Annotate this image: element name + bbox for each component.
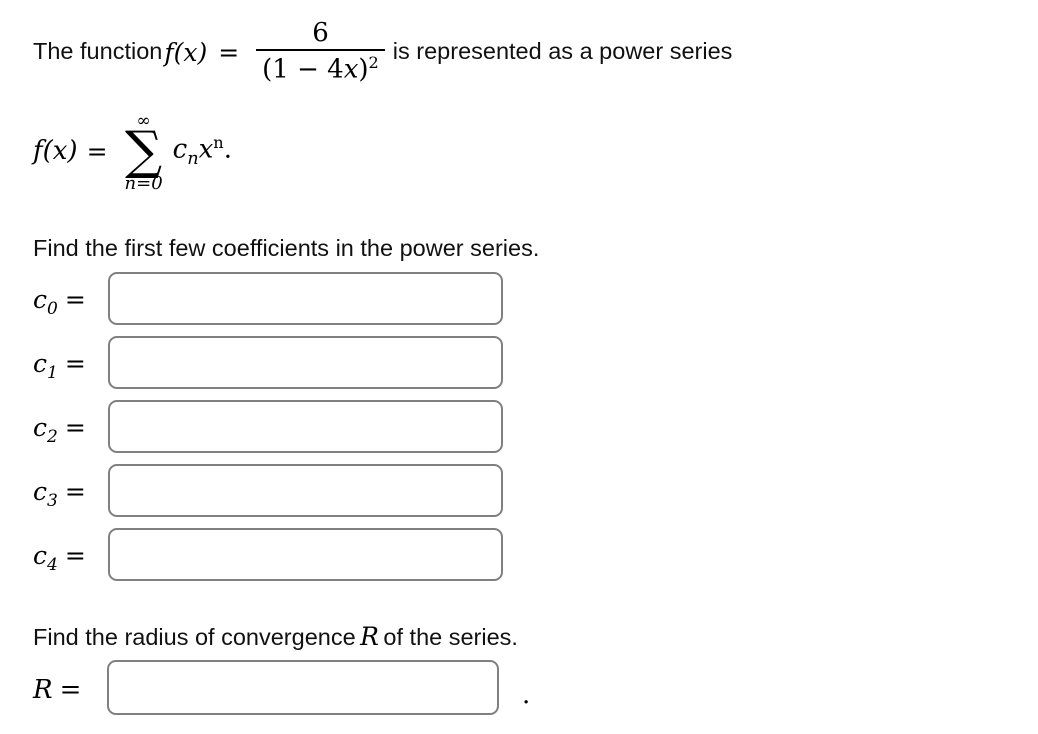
- function-statement: The function f(x) = 6 (1 − 4x)2 is repre…: [33, 17, 732, 87]
- coefficient-equals: =: [64, 477, 86, 506]
- coefficient-label-subscript: 3: [47, 491, 58, 511]
- coefficients-prompt: Find the first few coefficients in the p…: [33, 235, 540, 261]
- coefficient-input-c4[interactable]: [108, 528, 503, 581]
- coefficient-input-c2[interactable]: [108, 400, 503, 453]
- radius-prompt-after: of the series.: [383, 624, 518, 650]
- radius-prompt: Find the radius of convergence R of the …: [33, 622, 518, 651]
- series-lhs: f(x): [33, 136, 78, 166]
- coefficient-label-subscript: 2: [47, 427, 58, 447]
- coefficient-label-base: c: [33, 285, 48, 314]
- summation-lower-limit: n=0: [124, 172, 163, 194]
- fraction: 6 (1 − 4x)2: [256, 18, 385, 86]
- series-term-c-subscript: n: [187, 148, 199, 169]
- summation-symbol-group: ∞ ∑ n=0: [125, 113, 163, 192]
- coefficient-label-subscript: 4: [47, 555, 58, 575]
- fraction-denominator: (1 − 4x)2: [256, 51, 385, 86]
- coefficient-equals: =: [64, 413, 86, 442]
- problem-page: The function f(x) = 6 (1 − 4x)2 is repre…: [0, 0, 1038, 734]
- coefficient-label-c3: c3 =: [33, 477, 86, 511]
- series-expression: f(x) = ∞ ∑ n=0 cnxn.: [33, 106, 232, 196]
- coefficient-label-subscript: 0: [47, 299, 58, 319]
- coefficient-equals: =: [64, 285, 86, 314]
- coefficient-equals: =: [64, 541, 86, 570]
- coefficient-label-subscript: 1: [47, 363, 58, 383]
- statement-lead-text: The function: [33, 38, 163, 65]
- coefficient-label-base: c: [33, 413, 48, 442]
- coefficient-label-c1: c1 =: [33, 349, 86, 383]
- coefficient-input-c0[interactable]: [108, 272, 503, 325]
- coefficient-input-c1[interactable]: [108, 336, 503, 389]
- statement-equals: =: [218, 37, 240, 67]
- radius-prompt-symbol: R: [360, 622, 379, 651]
- coefficient-label-base: c: [33, 477, 48, 506]
- denominator-open: (1 − 4: [262, 55, 344, 86]
- radius-period: .: [522, 680, 531, 710]
- series-period: .: [223, 134, 232, 165]
- function-name: f(x): [164, 37, 208, 67]
- radius-prompt-before: Find the radius of convergence: [33, 624, 356, 650]
- series-term-x: x: [198, 134, 214, 165]
- coefficient-label-c2: c2 =: [33, 413, 86, 447]
- coefficient-label-c0: c0 =: [33, 285, 86, 319]
- fraction-numerator: 6: [312, 18, 329, 49]
- denominator-variable: x: [343, 55, 359, 86]
- radius-equals: =: [59, 675, 82, 705]
- coefficient-equals: =: [64, 349, 86, 378]
- coefficient-label-base: c: [33, 541, 48, 570]
- coefficient-label-base: c: [33, 349, 48, 378]
- coefficient-label-c4: c4 =: [33, 541, 86, 575]
- denominator-exponent: 2: [368, 53, 379, 73]
- series-term-c: c: [172, 134, 188, 165]
- series-equals: =: [86, 136, 108, 166]
- radius-input[interactable]: [107, 660, 499, 715]
- denominator-close: ): [358, 55, 369, 86]
- series-term-x-exponent: n: [213, 133, 224, 153]
- sigma-icon: ∑: [125, 121, 163, 182]
- series-term: cnxn.: [173, 133, 232, 169]
- radius-label-base: R: [33, 675, 53, 705]
- coefficient-input-c3[interactable]: [108, 464, 503, 517]
- statement-trail-text: is represented as a power series: [392, 38, 733, 65]
- radius-label: R =: [33, 675, 81, 705]
